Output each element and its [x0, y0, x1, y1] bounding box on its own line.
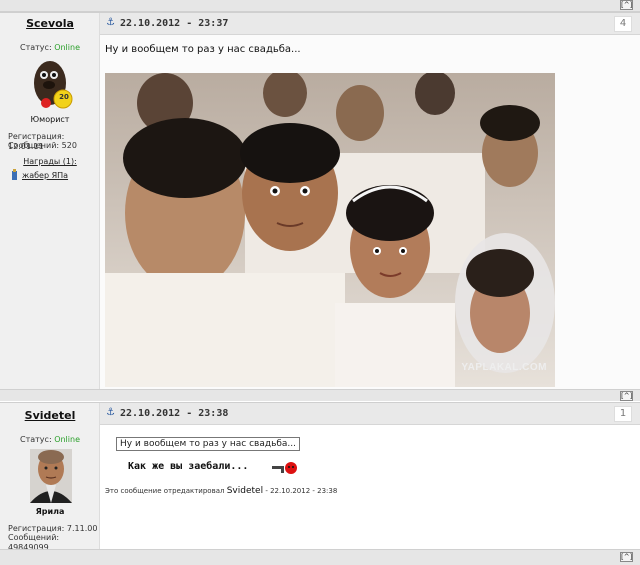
- user-sidebar: Svidetel Статус: Online Ярила Регистраци…: [0, 403, 100, 552]
- user-status: Статус: Online: [0, 43, 100, 52]
- avatar-badge: 20: [59, 93, 69, 101]
- gun-smiley-icon: [272, 461, 298, 475]
- user-messages: Сообщений: 520: [8, 141, 77, 150]
- image-watermark: YAPLAKAL.COM: [461, 362, 547, 373]
- quote-block: Ну и вообщем то раз у нас свадьба...: [116, 437, 301, 451]
- status-online: Online: [54, 435, 80, 444]
- edit-date: - 22.10.2012 - 23:38: [265, 487, 338, 495]
- post-date: 22.10.2012 - 23:38: [120, 408, 229, 419]
- post-number[interactable]: 1: [614, 406, 632, 422]
- status-online: Online: [54, 43, 80, 52]
- edit-author[interactable]: Svidetel: [227, 486, 263, 496]
- post-header: ⚓ 22.10.2012 - 23:38 1: [100, 403, 640, 425]
- scroll-up-button[interactable]: [^]: [620, 0, 633, 10]
- scroll-up-button[interactable]: [^]: [620, 552, 633, 562]
- awards-link[interactable]: Награды (1):: [0, 157, 100, 166]
- forum-post: Scevola Статус: Online 20 Юморист Регист…: [0, 12, 640, 389]
- post-body: ⚓ 22.10.2012 - 23:38 1 Ну и вообщем то р…: [100, 403, 640, 549]
- user-status: Статус: Online: [0, 435, 100, 444]
- scroll-up-button[interactable]: [^]: [620, 391, 633, 401]
- user-rank: Ярила: [35, 507, 65, 516]
- award-icon: [10, 169, 19, 181]
- post-footer: [^]: [0, 549, 640, 565]
- post-footer: [^]: [0, 389, 640, 401]
- status-label: Статус:: [20, 43, 52, 52]
- post-body: ⚓ 22.10.2012 - 23:37 4 Ну и вообщем то р…: [100, 13, 640, 389]
- post-image[interactable]: YAPLAKAL.COM: [105, 73, 555, 387]
- edit-notice: Это сообщение отредактировал Svidetel - …: [105, 486, 337, 496]
- anchor-icon[interactable]: ⚓: [106, 17, 115, 28]
- award-item[interactable]: жабер ЯПа: [22, 171, 68, 180]
- anchor-icon[interactable]: ⚓: [106, 407, 115, 418]
- avatar: 20: [30, 53, 76, 111]
- post-header: ⚓ 22.10.2012 - 23:37 4: [100, 13, 640, 35]
- user-rank: Юморист: [30, 115, 70, 124]
- user-sidebar: Scevola Статус: Online 20 Юморист Регист…: [0, 13, 100, 389]
- avatar: [30, 449, 72, 503]
- post-text: Как же вы заебали...: [128, 461, 249, 472]
- forum-post: Svidetel Статус: Online Ярила Регистраци…: [0, 402, 640, 552]
- top-bar: [^]: [0, 0, 640, 12]
- post-date: 22.10.2012 - 23:37: [120, 18, 229, 29]
- status-label: Статус:: [20, 435, 52, 444]
- post-number[interactable]: 4: [614, 16, 632, 32]
- post-text: Ну и вообщем то раз у нас свадьба...: [105, 44, 301, 55]
- username-link[interactable]: Svidetel: [0, 409, 100, 422]
- username-link[interactable]: Scevola: [0, 17, 100, 30]
- edit-prefix: Это сообщение отредактировал: [105, 487, 225, 495]
